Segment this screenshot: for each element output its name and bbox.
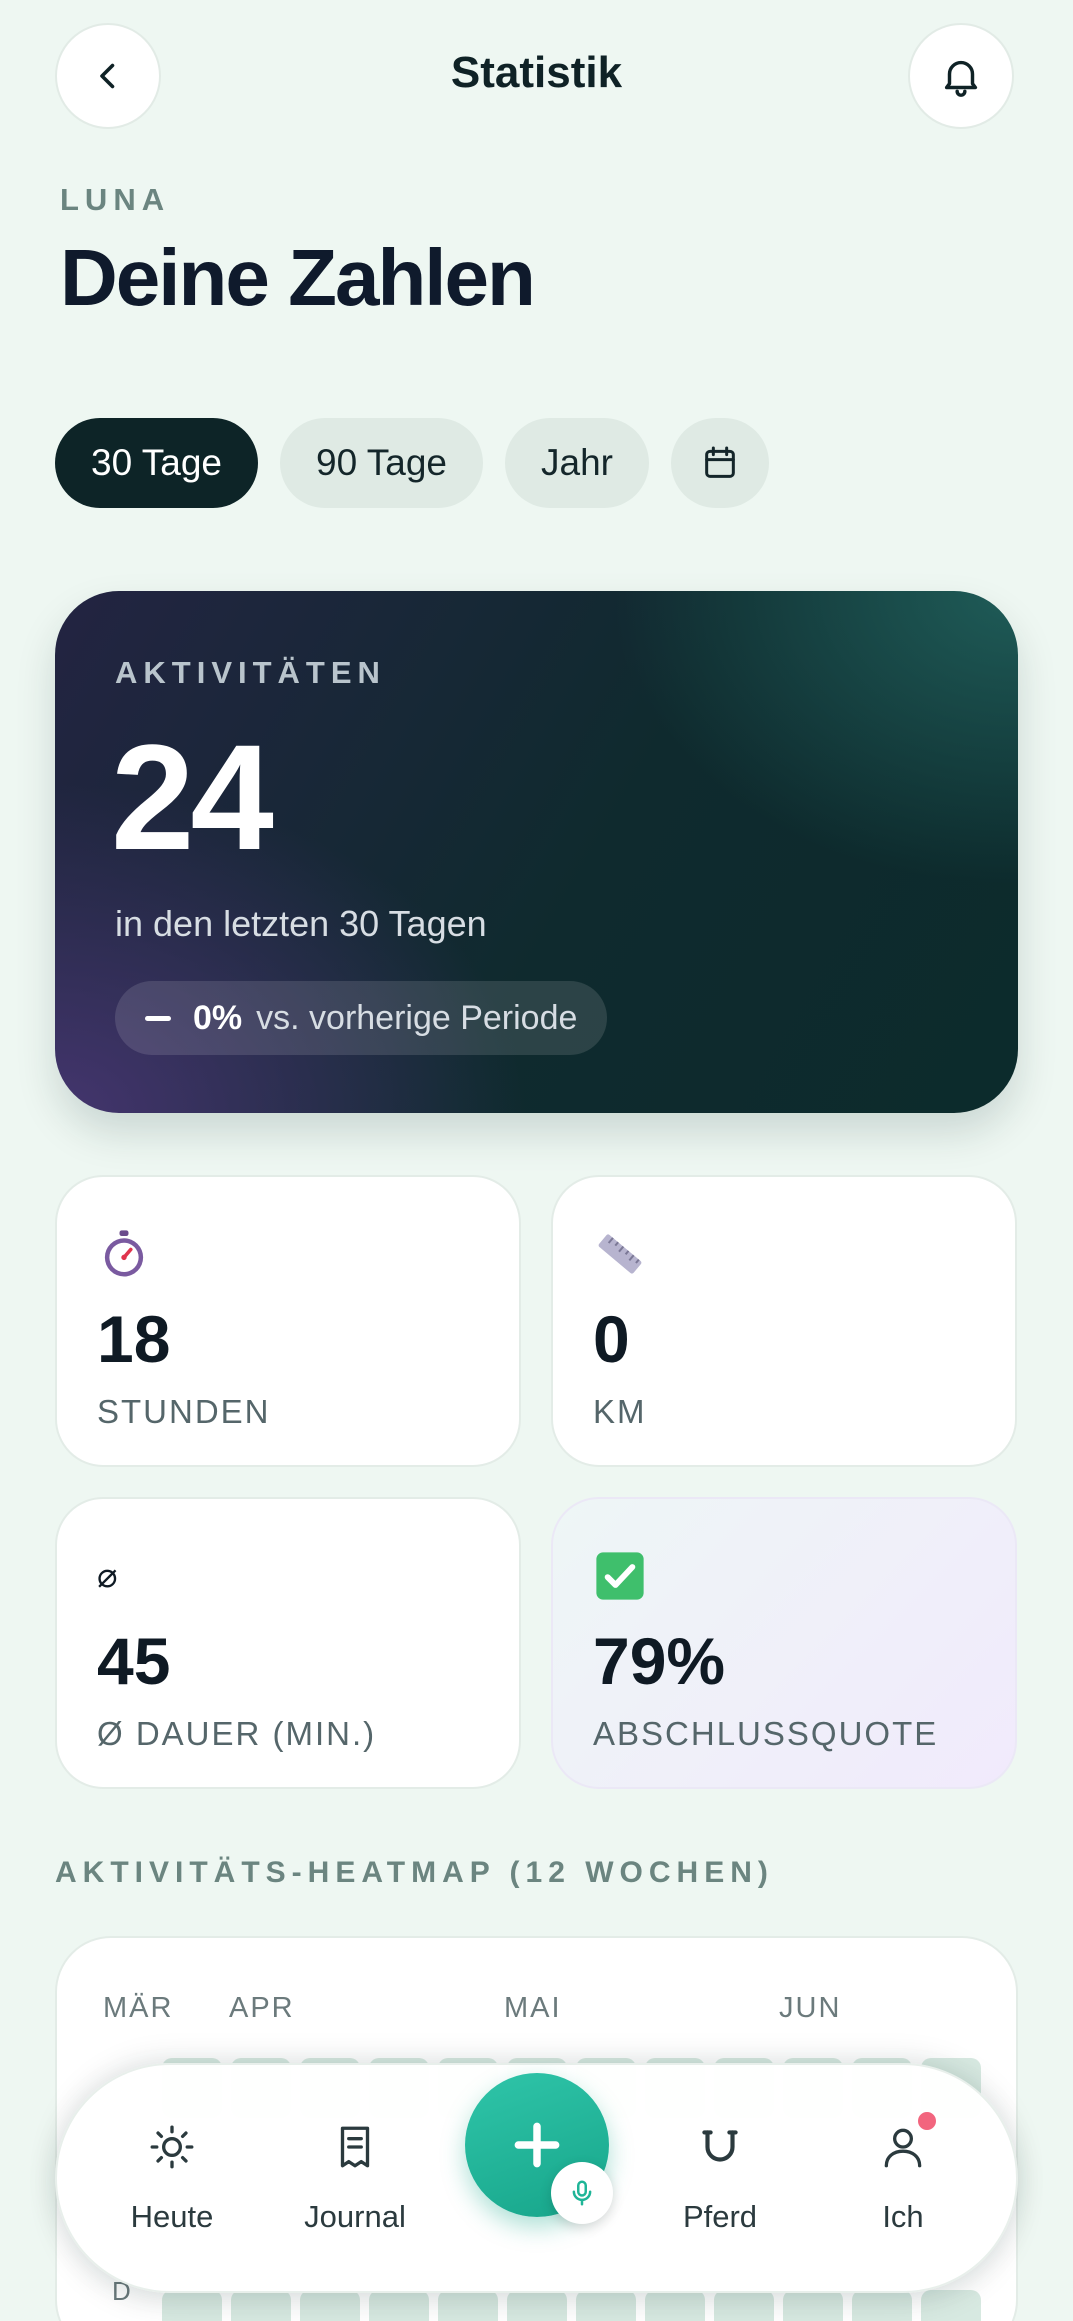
distance-label: KM — [593, 1393, 647, 1430]
neutral-trend-icon — [145, 1015, 171, 1021]
completion-value: 79% — [593, 1624, 726, 1698]
change-value: 0% — [193, 998, 243, 1037]
stopwatch-icon — [104, 1230, 144, 1277]
headline: Deine Zahlen — [60, 233, 536, 322]
completion-label: ABSCHLUSSQUOTE — [593, 1715, 939, 1752]
voice-entry-button[interactable] — [551, 2162, 613, 2224]
stat-card-hours: 18 STUNDEN — [55, 1175, 521, 1467]
activities-label: AKTIVITÄTEN — [115, 655, 386, 690]
journal-icon — [340, 2126, 370, 2168]
microphone-icon — [572, 2180, 592, 2206]
filter-year[interactable]: Jahr — [505, 418, 649, 508]
hours-value: 18 — [97, 1302, 171, 1376]
distance-value: 0 — [593, 1302, 630, 1376]
change-text: vs. vorherige Periode — [256, 998, 578, 1037]
heatmap-row — [162, 2290, 981, 2321]
heatmap-cell — [783, 2290, 843, 2321]
activities-count: 24 — [111, 713, 274, 881]
heatmap-cell — [369, 2290, 429, 2321]
nav-label-heute: Heute — [130, 2199, 214, 2234]
month-label: MAI — [504, 1992, 562, 2024]
calendar-icon — [705, 446, 735, 478]
heatmap-cell — [921, 2290, 981, 2321]
heatmap-cell — [852, 2290, 912, 2321]
duration-label: Ø DAUER (MIN.) — [97, 1715, 377, 1752]
month-label: MÄR — [103, 1992, 174, 2024]
notifications-button[interactable] — [908, 23, 1014, 129]
month-label: APR — [229, 1992, 295, 2024]
hours-label: STUNDEN — [97, 1393, 271, 1430]
ruler-icon — [598, 1234, 642, 1274]
bell-icon — [944, 60, 978, 97]
horse-name: LUNA — [60, 182, 171, 217]
nav-label-pferd: Pferd — [682, 2199, 758, 2234]
checkmark-icon — [596, 1552, 644, 1600]
heatmap-title: AKTIVITÄTS-HEATMAP (12 WOCHEN) — [55, 1856, 774, 1889]
heatmap-cell — [714, 2290, 774, 2321]
stat-card-completion: 79% ABSCHLUSSQUOTE — [551, 1497, 1017, 1789]
plus-icon — [514, 2122, 560, 2168]
nav-item-heute[interactable]: Heute — [92, 2115, 252, 2235]
average-icon: ⌀ — [97, 1557, 118, 1595]
period-filters: 30 Tage 90 Tage Jahr — [55, 418, 769, 508]
stat-card-distance: 0 KM — [551, 1175, 1017, 1467]
filter-custom-range[interactable] — [670, 418, 769, 508]
notification-dot — [915, 2109, 939, 2133]
filter-30-days[interactable]: 30 Tage — [55, 418, 258, 508]
duration-value: 45 — [97, 1624, 171, 1698]
horseshoe-icon — [702, 2130, 738, 2162]
nav-item-journal[interactable]: Journal — [275, 2115, 435, 2235]
filter-90-days[interactable]: 90 Tage — [280, 418, 483, 508]
nav-item-ich[interactable]: Ich — [823, 2115, 983, 2235]
activities-card: AKTIVITÄTEN 24 in den letzten 30 Tagen 0… — [55, 591, 1018, 1113]
change-badge: 0% vs. vorherige Periode — [115, 981, 608, 1055]
heatmap-cell — [231, 2290, 291, 2321]
activities-subtitle: in den letzten 30 Tagen — [115, 903, 487, 944]
nav-item-pferd[interactable]: Pferd — [640, 2115, 800, 2235]
nav-label-journal: Journal — [304, 2199, 406, 2234]
heatmap-cell — [162, 2290, 222, 2321]
sun-icon — [150, 2125, 194, 2169]
heatmap-cell — [300, 2290, 360, 2321]
month-label: JUN — [779, 1992, 842, 2024]
stat-card-duration: ⌀ 45 Ø DAUER (MIN.) — [55, 1497, 521, 1789]
heatmap-cell — [438, 2290, 498, 2321]
nav-label-ich: Ich — [882, 2199, 924, 2234]
heatmap-cell — [507, 2290, 567, 2321]
heatmap-cell — [645, 2290, 705, 2321]
heatmap-cell — [576, 2290, 636, 2321]
